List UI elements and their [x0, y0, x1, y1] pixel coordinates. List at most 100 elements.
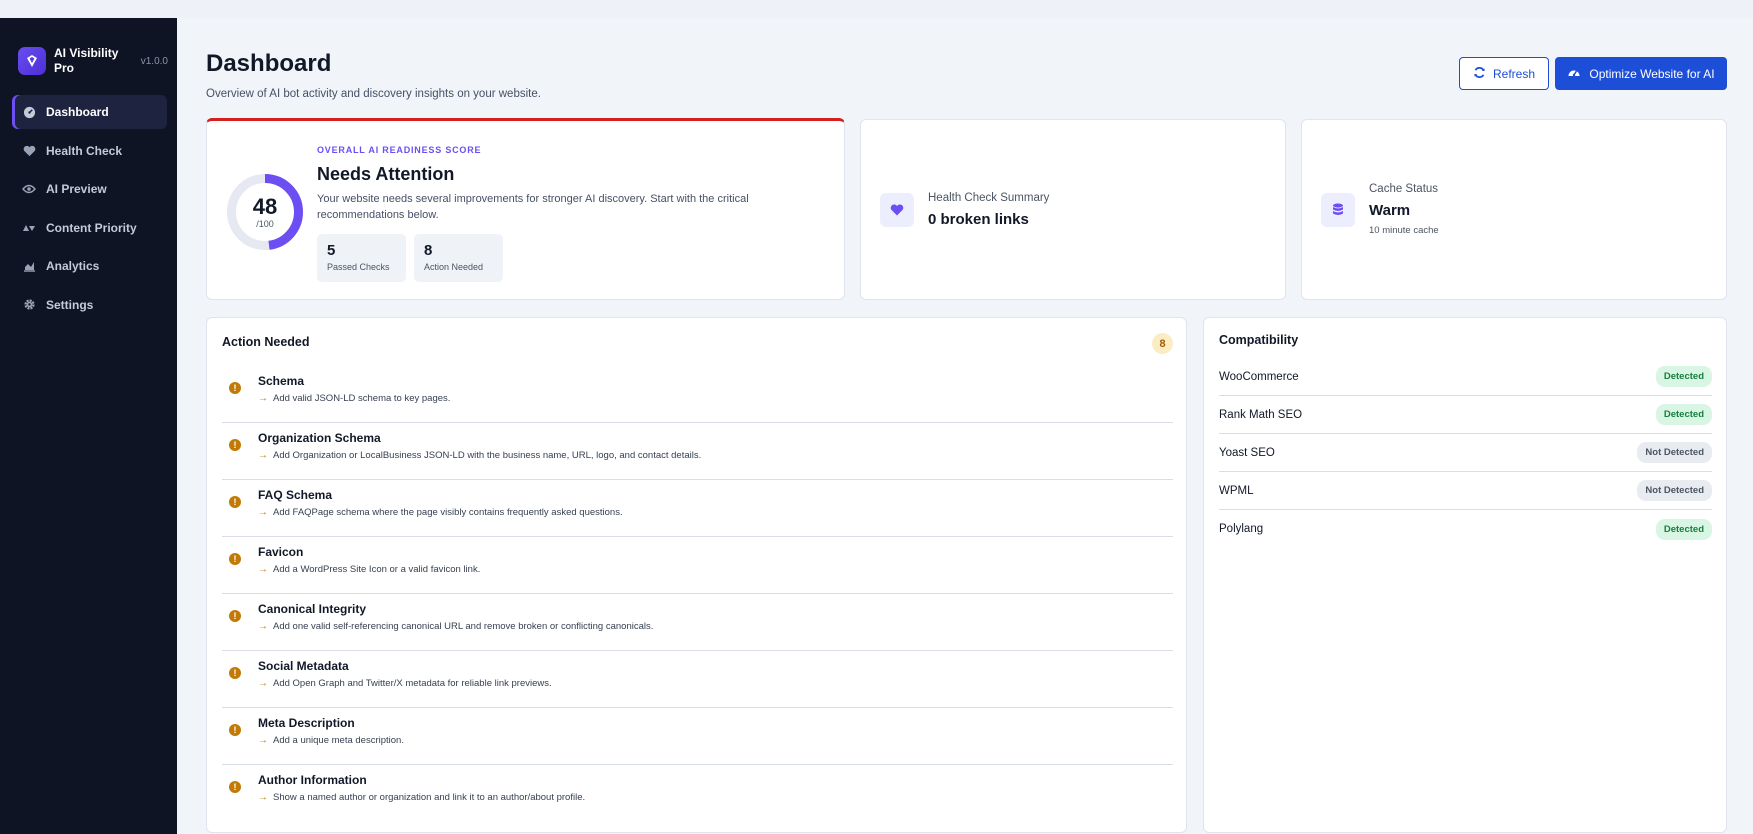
action-item-recommendation: → Add Organization or LocalBusiness JSON-… [258, 450, 701, 461]
brand[interactable]: AI Visibility Pro v1.0.0 [18, 41, 168, 81]
compat-row-wpml: WPML Not Detected [1219, 472, 1712, 510]
warning-icon: ! [229, 382, 241, 394]
compat-name: WooCommerce [1219, 370, 1299, 383]
refresh-button[interactable]: Refresh [1459, 57, 1549, 90]
cache-note: 10 minute cache [1369, 225, 1439, 236]
passed-count: 5 [327, 242, 336, 259]
action-item-text: Add a unique meta description. [273, 735, 404, 746]
score-description: Your website needs several improvements … [317, 193, 749, 221]
list-item[interactable]: ! Author Information → Show a named autho… [222, 765, 1173, 822]
warning-icon: ! [229, 610, 241, 622]
cache-label: Cache Status [1369, 183, 1439, 195]
compat-row-yoast: Yoast SEO Not Detected [1219, 434, 1712, 472]
action-item-text: Add a WordPress Site Icon or a valid fav… [273, 564, 481, 575]
arrow-right-icon: → [258, 393, 268, 404]
action-item-recommendation: → Add Open Graph and Twitter/X metadata f… [258, 678, 552, 689]
action-item-text: Add one valid self-referencing canonical… [273, 621, 654, 632]
compat-row-polylang: Polylang Detected [1219, 510, 1712, 548]
optimize-label: Optimize Website for AI [1589, 66, 1715, 81]
score-value: 48 [252, 193, 278, 219]
compatibility-card: Compatibility WooCommerce Detected Rank … [1203, 317, 1727, 833]
list-item[interactable]: ! Social Metadata → Add Open Graph and Tw… [222, 651, 1173, 708]
eye-icon [22, 182, 36, 196]
passed-checks-stat: 5 Passed Checks [317, 234, 406, 282]
score-status: Needs Attention [317, 164, 455, 184]
action-item-title: Organization Schema [258, 431, 381, 445]
arrow-right-icon: → [258, 564, 268, 575]
compat-name: Rank Math SEO [1219, 408, 1303, 421]
priority-icon [22, 221, 36, 235]
cache-status-card: Cache Status Warm 10 minute cache [1301, 119, 1727, 300]
action-needed-stat: 8 Action Needed [414, 234, 503, 282]
page-subtitle: Overview of AI bot activity and discover… [206, 88, 541, 100]
page-title: Dashboard [206, 50, 332, 77]
sidebar-item-label: Content Priority [46, 220, 137, 235]
list-item[interactable]: ! Organization Schema → Add Organization … [222, 423, 1173, 480]
action-item-text: Add FAQPage schema where the page visibl… [273, 507, 623, 518]
database-icon [1321, 193, 1355, 227]
action-item-recommendation: → Add valid JSON-LD schema to key pages. [258, 393, 450, 404]
arrow-right-icon: → [258, 621, 268, 632]
sidebar-item-ai-preview[interactable]: AI Preview [12, 172, 167, 206]
compatibility-title: Compatibility [1219, 333, 1299, 347]
action-needed-title: Action Needed [222, 335, 310, 349]
list-item[interactable]: ! Schema → Add valid JSON-LD schema to ke… [222, 366, 1173, 423]
action-item-text: Add valid JSON-LD schema to key pages. [273, 393, 451, 404]
action-label: Action Needed [424, 262, 484, 272]
readiness-score-card: 48 /100 OVERALL AI READINESS SCORE Needs… [206, 118, 845, 300]
status-badge: Detected [1655, 366, 1712, 387]
app-name: AI Visibility Pro [54, 46, 119, 75]
arrow-right-icon: → [258, 507, 268, 518]
list-item[interactable]: ! Meta Description → Add a unique meta de… [222, 708, 1173, 765]
heart-icon [880, 193, 914, 227]
compat-row-rank-math: Rank Math SEO Detected [1219, 396, 1712, 434]
status-badge: Detected [1655, 518, 1712, 540]
score-kicker: OVERALL AI READINESS SCORE [317, 145, 482, 155]
action-item-title: Schema [258, 374, 305, 388]
action-item-title: Meta Description [258, 716, 355, 730]
compat-name: WPML [1219, 484, 1254, 497]
score-max: /100 [256, 218, 274, 229]
sidebar-item-health-check[interactable]: Health Check [12, 134, 167, 168]
status-badge: Not Detected [1637, 442, 1712, 463]
list-item[interactable]: ! FAQ Schema → Add FAQPage schema where t… [222, 480, 1173, 537]
list-item[interactable]: ! Favicon → Add a WordPress Site Icon or … [222, 537, 1173, 594]
heart-icon [22, 144, 36, 158]
sidebar-item-label: Dashboard [46, 105, 109, 119]
passed-label: Passed Checks [327, 262, 390, 272]
sidebar: AI Visibility Pro v1.0.0 Dashboard Healt… [0, 18, 177, 834]
gear-icon [22, 298, 36, 312]
score-readout: 48 /100 [226, 173, 304, 251]
sidebar-item-dashboard[interactable]: Dashboard [12, 95, 167, 129]
gauge-icon [22, 105, 36, 119]
sidebar-nav: Dashboard Health Check AI Preview Conten… [12, 95, 167, 327]
sidebar-item-analytics[interactable]: Analytics [12, 249, 167, 283]
action-item-recommendation: → Add FAQPage schema where the page visib… [258, 507, 623, 518]
action-count-badge: 8 [1152, 333, 1173, 354]
optimize-button[interactable]: Optimize Website for AI [1555, 57, 1727, 90]
compatibility-list: WooCommerce Detected Rank Math SEO Detec… [1219, 358, 1712, 548]
sidebar-item-label: Health Check [46, 143, 123, 158]
chart-icon [22, 259, 36, 273]
sidebar-item-content-priority[interactable]: Content Priority [12, 211, 167, 245]
app-version: v1.0.0 [140, 55, 168, 67]
action-item-recommendation: → Add one valid self-referencing canonica… [258, 621, 653, 632]
warning-icon: ! [229, 439, 241, 451]
health-check-summary-card: Health Check Summary 0 broken links [860, 119, 1286, 300]
arrow-right-icon: → [258, 678, 268, 689]
sidebar-item-settings[interactable]: Settings [12, 288, 167, 322]
action-item-title: Author Information [258, 773, 367, 787]
logo-icon [18, 47, 46, 75]
health-label: Health Check Summary [928, 192, 1050, 204]
action-count: 8 [424, 242, 433, 259]
list-item[interactable]: ! Canonical Integrity → Add one valid sel… [222, 594, 1173, 651]
sidebar-item-label: Analytics [46, 259, 100, 274]
action-item-title: FAQ Schema [258, 488, 333, 502]
warning-icon: ! [229, 553, 241, 565]
refresh-icon [1473, 66, 1486, 82]
action-list: ! Schema → Add valid JSON-LD schema to ke… [222, 366, 1173, 822]
health-value: 0 broken links [928, 211, 1029, 228]
arrow-right-icon: → [258, 735, 268, 746]
action-item-recommendation: → Add a unique meta description. [258, 735, 404, 746]
action-item-title: Canonical Integrity [258, 602, 367, 616]
